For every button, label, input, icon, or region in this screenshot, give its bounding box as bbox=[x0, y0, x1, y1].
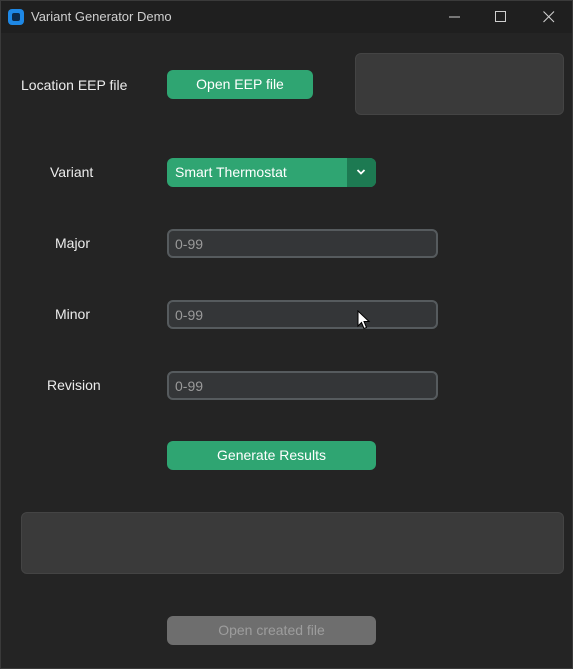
chevron-down-icon bbox=[356, 169, 366, 175]
maximize-button[interactable] bbox=[478, 1, 524, 33]
close-button[interactable] bbox=[526, 1, 572, 33]
minor-input[interactable] bbox=[167, 300, 438, 329]
variant-dropdown-button[interactable] bbox=[347, 158, 376, 187]
revision-input[interactable] bbox=[167, 371, 438, 400]
variant-selected-value: Smart Thermostat bbox=[175, 164, 287, 180]
app-icon bbox=[8, 9, 24, 25]
title-bar: Variant Generator Demo bbox=[1, 1, 572, 33]
maximize-icon bbox=[495, 11, 506, 22]
results-display bbox=[21, 512, 564, 574]
app-window: Variant Generator Demo Location EEP file… bbox=[0, 0, 573, 669]
mouse-cursor-icon bbox=[357, 310, 371, 330]
generate-results-button[interactable]: Generate Results bbox=[167, 441, 376, 470]
open-created-file-button: Open created file bbox=[167, 616, 376, 645]
revision-label: Revision bbox=[47, 377, 101, 393]
variant-dropdown[interactable]: Smart Thermostat bbox=[167, 158, 376, 187]
eep-path-display bbox=[355, 53, 564, 115]
minimize-button[interactable] bbox=[432, 1, 478, 33]
minor-label: Minor bbox=[55, 306, 91, 322]
variant-label: Variant bbox=[50, 164, 94, 180]
eep-location-label: Location EEP file bbox=[21, 77, 128, 93]
open-eep-file-button[interactable]: Open EEP file bbox=[167, 70, 313, 99]
major-input[interactable] bbox=[167, 229, 438, 258]
close-icon bbox=[543, 11, 555, 23]
window-title: Variant Generator Demo bbox=[31, 9, 172, 24]
major-label: Major bbox=[55, 235, 91, 251]
minimize-icon bbox=[449, 16, 460, 18]
